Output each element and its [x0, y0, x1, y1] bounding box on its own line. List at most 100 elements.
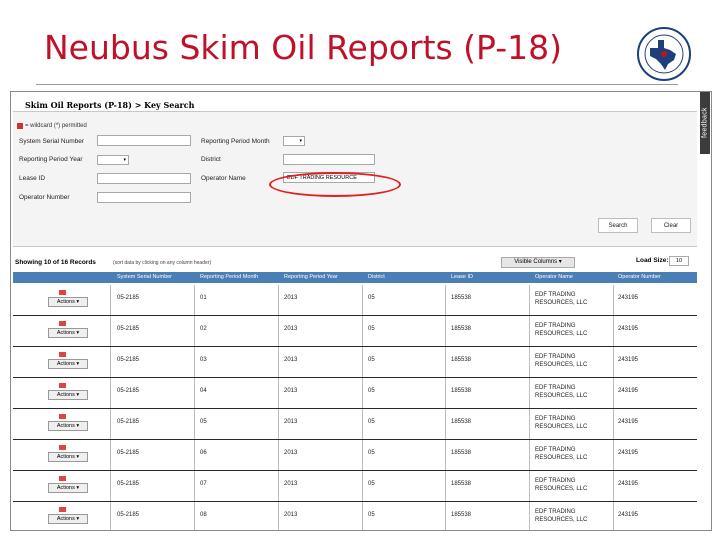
cell-serial: 05-2185 [117, 295, 140, 301]
pdf-icon[interactable] [59, 290, 66, 295]
table-row[interactable]: Actions ▾ 05-2185 07 2013 05 185538 EDF TRADIN… [13, 471, 697, 502]
chevron-down-icon: ▾ [74, 299, 80, 305]
column-header-operator-number[interactable]: Operator Number [618, 272, 661, 283]
column-header-lease[interactable]: Lease ID [451, 272, 473, 283]
load-size-select[interactable]: 10 [669, 256, 689, 266]
column-divider [445, 285, 446, 315]
pdf-icon[interactable] [59, 476, 66, 481]
table-row[interactable]: Actions ▾ 05-2185 05 2013 05 185538 EDF TRADIN… [13, 409, 697, 440]
column-divider [445, 440, 446, 470]
pdf-icon[interactable] [59, 352, 66, 357]
title-divider [36, 84, 678, 85]
table-row[interactable]: Actions ▾ 05-2185 08 2013 05 185538 EDF TRADIN… [13, 502, 697, 530]
pdf-icon[interactable] [59, 507, 66, 512]
column-header-operator-name[interactable]: Operator Name [535, 272, 573, 283]
district-label: District [201, 156, 221, 163]
chevron-down-icon: ▾ [74, 423, 80, 429]
column-divider [613, 316, 614, 346]
table-row[interactable]: Actions ▾ 05-2185 02 2013 05 185538 EDF TRADIN… [13, 316, 697, 347]
cell-lease: 185538 [451, 357, 472, 363]
cell-lease: 185538 [451, 450, 472, 456]
system-serial-label: System Serial Number [19, 138, 85, 145]
record-count: Showing 10 of 16 Records [15, 259, 96, 266]
cell-opnum: 243195 [618, 357, 639, 363]
actions-button[interactable]: Actions ▾ [48, 297, 88, 307]
cell-opnum: 243195 [618, 450, 639, 456]
column-divider [529, 316, 530, 346]
operator-name-highlight-circle [269, 172, 401, 197]
results-table-body: Actions ▾ 05-2185 01 2013 05 185538 EDF TRADIN… [13, 285, 697, 530]
cell-month: 02 [200, 326, 207, 332]
system-serial-input[interactable] [97, 135, 191, 146]
chevron-down-icon: ▾ [74, 485, 80, 491]
column-divider [445, 378, 446, 408]
visible-columns-button[interactable]: Visible Columns ▾ [501, 257, 575, 268]
actions-button[interactable]: Actions ▾ [48, 359, 88, 369]
breadcrumb: Skim Oil Reports (P-18) > Key Search [25, 100, 195, 110]
column-divider [278, 471, 279, 501]
table-row[interactable]: Actions ▾ 05-2185 03 2013 05 185538 EDF TRADIN… [13, 347, 697, 378]
column-header-district[interactable]: District [368, 272, 385, 283]
column-divider [613, 440, 614, 470]
column-divider [529, 502, 530, 530]
cell-serial: 05-2185 [117, 388, 140, 394]
cell-district: 05 [368, 450, 375, 456]
actions-button[interactable]: Actions ▾ [48, 483, 88, 493]
column-header-year[interactable]: Reporting Period Year [284, 272, 338, 283]
table-row[interactable]: Actions ▾ 05-2185 04 2013 05 185538 EDF TRADIN… [13, 378, 697, 409]
column-divider [278, 285, 279, 315]
cell-operator: EDF TRADING RESOURCES, LLC [535, 509, 588, 523]
period-year-select[interactable]: ▾ [97, 155, 129, 165]
search-button[interactable]: Search [598, 218, 638, 233]
pdf-icon[interactable] [59, 321, 66, 326]
wildcard-note: = wildcard (*) permitted [17, 123, 87, 129]
column-divider [613, 409, 614, 439]
wildcard-note-text: = wildcard (*) permitted [25, 123, 87, 129]
cell-serial: 05-2185 [117, 357, 140, 363]
app-screenshot: feedback Skim Oil Reports (P-18) > Key S… [10, 91, 712, 531]
pdf-icon[interactable] [59, 445, 66, 450]
actions-label: Actions [56, 330, 75, 336]
cell-lease: 185538 [451, 295, 472, 301]
column-divider [194, 285, 195, 315]
actions-button[interactable]: Actions ▾ [48, 328, 88, 338]
cell-serial: 05-2185 [117, 419, 140, 425]
column-divider [110, 471, 111, 501]
period-month-select[interactable]: ▾ [283, 136, 305, 146]
operator-number-label: Operator Number [19, 194, 70, 201]
cell-serial: 05-2185 [117, 326, 140, 332]
cell-operator: EDF TRADING RESOURCES, LLC [535, 385, 588, 399]
column-header-serial[interactable]: System Serial Number [117, 272, 172, 283]
feedback-tab[interactable]: feedback [700, 92, 710, 154]
column-divider [613, 378, 614, 408]
actions-button[interactable]: Actions ▾ [48, 390, 88, 400]
cell-month: 07 [200, 481, 207, 487]
slide-title: Neubus Skim Oil Reports (P-18) [44, 28, 563, 67]
texas-seal-logo [637, 27, 691, 81]
pdf-icon[interactable] [59, 383, 66, 388]
table-row[interactable]: Actions ▾ 05-2185 01 2013 05 185538 EDF TRADIN… [13, 285, 697, 316]
lease-id-input[interactable] [97, 173, 191, 184]
actions-label: Actions [56, 423, 75, 429]
district-input[interactable] [283, 154, 375, 165]
cell-lease: 185538 [451, 388, 472, 394]
actions-label: Actions [56, 299, 75, 305]
table-row[interactable]: Actions ▾ 05-2185 06 2013 05 185538 EDF TRADIN… [13, 440, 697, 471]
clear-button[interactable]: Clear [651, 218, 691, 233]
actions-button[interactable]: Actions ▾ [48, 421, 88, 431]
column-divider [110, 409, 111, 439]
cell-year: 2013 [284, 326, 298, 332]
column-divider [194, 471, 195, 501]
operator-name-label: Operator Name [201, 175, 246, 182]
cell-opnum: 243195 [618, 326, 639, 332]
column-divider [278, 502, 279, 530]
cell-lease: 185538 [451, 512, 472, 518]
operator-number-input[interactable] [97, 192, 191, 203]
pdf-icon[interactable] [59, 414, 66, 419]
actions-button[interactable]: Actions ▾ [48, 514, 88, 524]
cell-opnum: 243195 [618, 295, 639, 301]
actions-button[interactable]: Actions ▾ [48, 452, 88, 462]
column-divider [194, 316, 195, 346]
column-divider [110, 285, 111, 315]
column-header-month[interactable]: Reporting Period Month [200, 272, 258, 283]
